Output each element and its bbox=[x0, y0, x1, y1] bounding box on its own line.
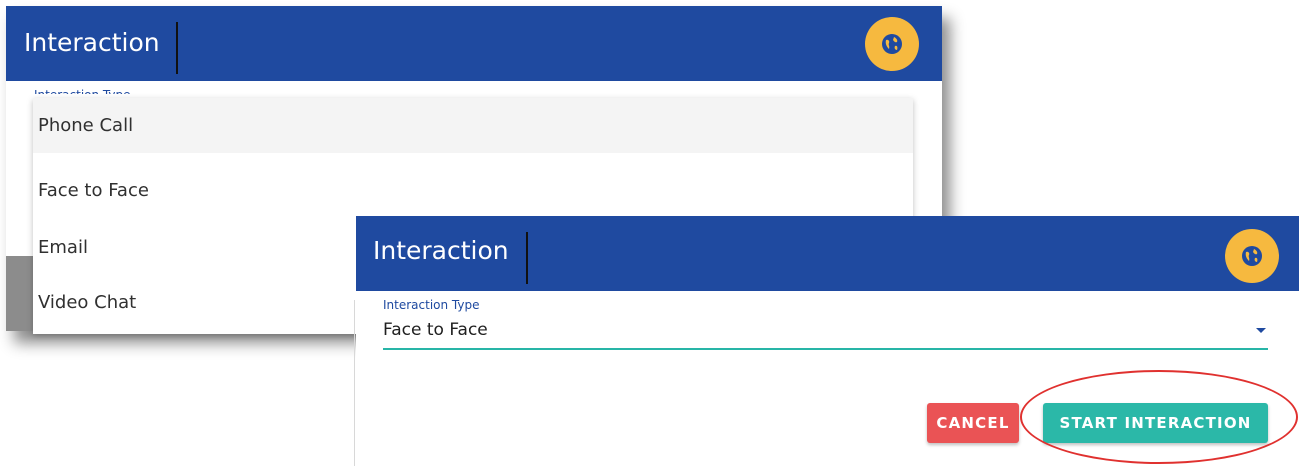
front-field-label: Interaction Type bbox=[383, 298, 480, 312]
dropdown-option-label: Face to Face bbox=[38, 180, 149, 201]
back-title-divider bbox=[176, 22, 178, 74]
cancel-button[interactable]: CANCEL bbox=[927, 403, 1019, 443]
back-dialog-header: Interaction bbox=[6, 6, 942, 81]
front-title-divider bbox=[526, 232, 528, 284]
front-dialog-header: Interaction bbox=[356, 216, 1299, 291]
dropdown-option-label: Video Chat bbox=[38, 292, 137, 313]
divider-line bbox=[354, 300, 355, 466]
start-interaction-button-label: START INTERACTION bbox=[1059, 414, 1252, 432]
dropdown-option-face-to-face[interactable]: Face to Face bbox=[33, 163, 913, 218]
dropdown-option-label: Phone Call bbox=[38, 115, 134, 136]
globe-icon bbox=[882, 34, 902, 54]
start-interaction-button[interactable]: START INTERACTION bbox=[1043, 403, 1268, 443]
dropdown-option-phone-call[interactable]: Phone Call bbox=[33, 98, 913, 153]
screenshot-stage: Interaction Interaction Type Phone Call … bbox=[0, 0, 1299, 466]
back-globe-button[interactable] bbox=[865, 17, 919, 71]
front-globe-button[interactable] bbox=[1225, 229, 1279, 283]
chevron-down-icon[interactable] bbox=[1256, 328, 1266, 333]
back-dialog-title: Interaction bbox=[24, 28, 160, 57]
interaction-type-value: Face to Face bbox=[383, 320, 488, 340]
dropdown-option-label: Email bbox=[38, 237, 88, 258]
cancel-button-label: CANCEL bbox=[936, 414, 1010, 432]
front-interaction-dialog: Interaction Interaction Type Face to Fac… bbox=[356, 216, 1299, 466]
front-dialog-title: Interaction bbox=[373, 236, 509, 265]
interaction-type-select[interactable]: Face to Face bbox=[383, 316, 1268, 350]
globe-icon bbox=[1242, 246, 1262, 266]
